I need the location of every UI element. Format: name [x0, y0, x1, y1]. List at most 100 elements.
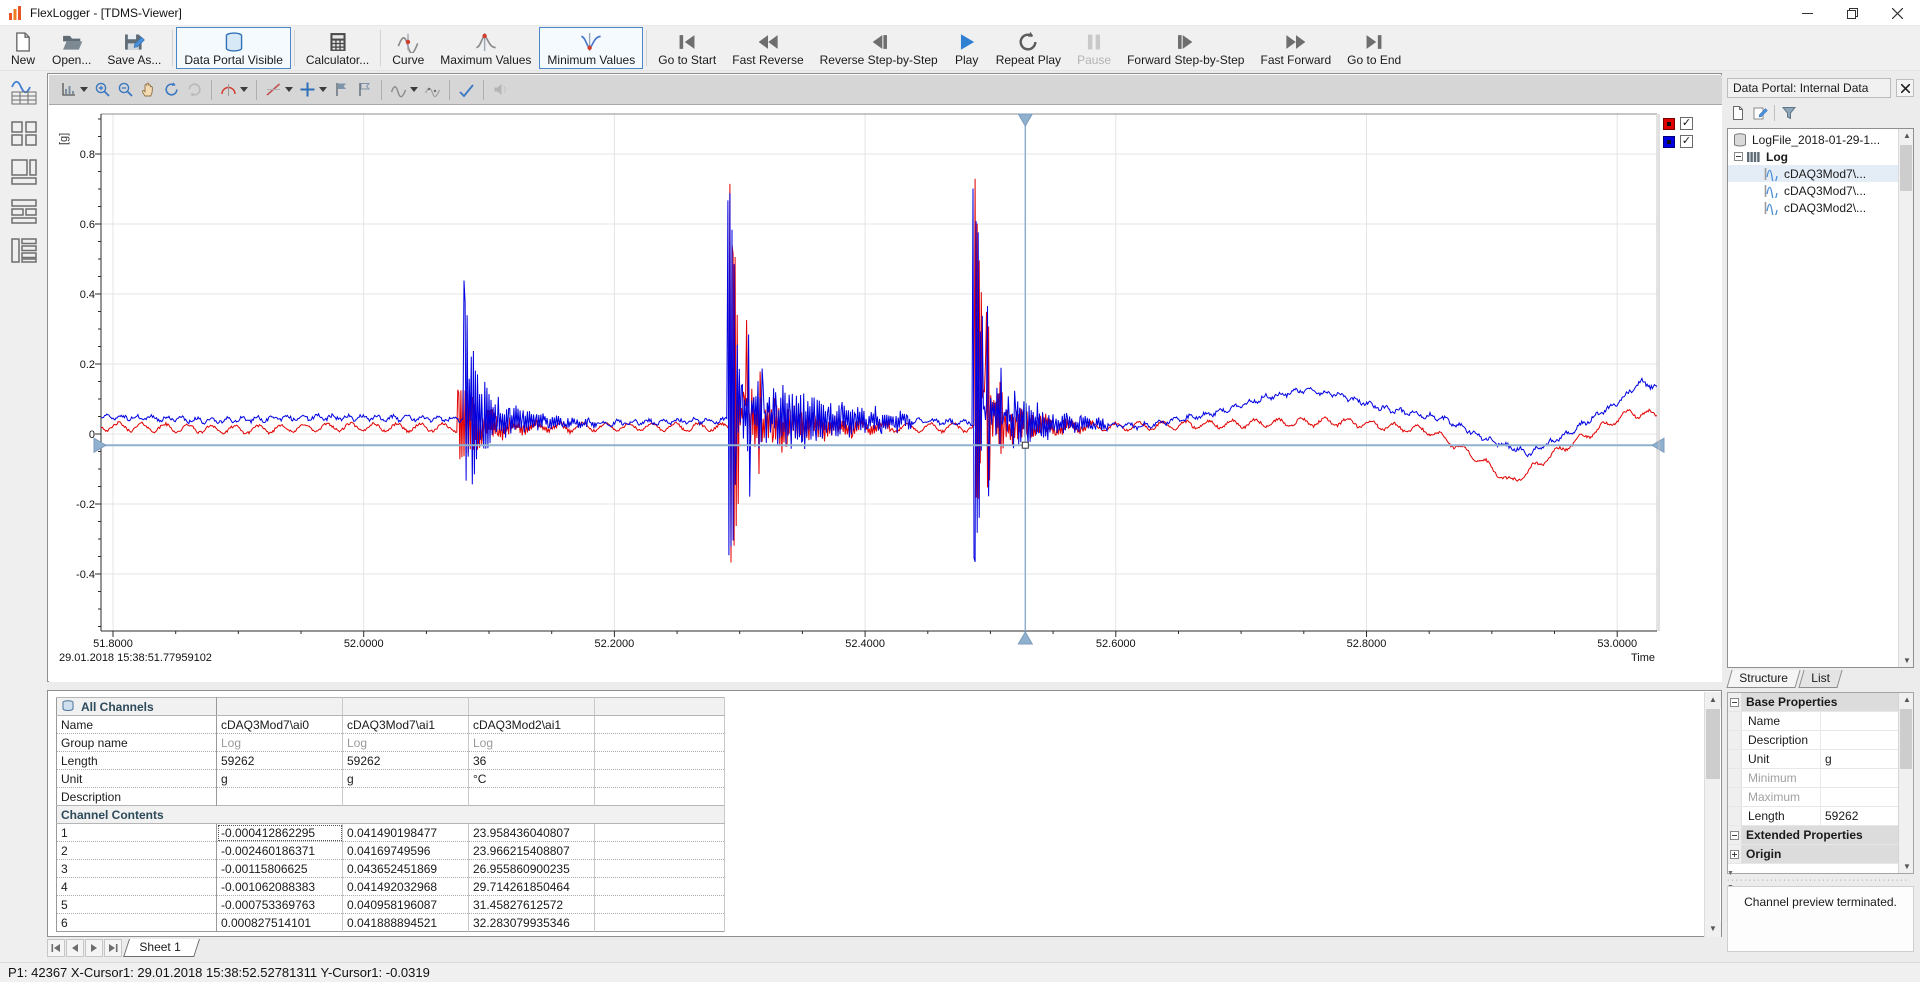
toolbar-button-minimum-values[interactable]: Minimum Values	[539, 27, 643, 69]
table-cell[interactable]: 23.966215408807	[469, 842, 595, 860]
table-cell[interactable]: cDAQ3Mod7\ai1	[343, 716, 469, 734]
table-cell[interactable]: 0.041492032968	[343, 878, 469, 896]
table-cell[interactable]: -0.001062088383	[217, 878, 343, 896]
last-sheet-button[interactable]	[104, 939, 122, 957]
plot-background[interactable]	[101, 114, 1657, 631]
zoom-out-button[interactable]	[114, 78, 137, 102]
sheet-tab[interactable]: Sheet 1	[123, 939, 200, 957]
chevron-down-icon[interactable]	[80, 87, 88, 92]
table-cell[interactable]	[595, 752, 725, 770]
table-cell[interactable]: 59262	[343, 752, 469, 770]
table-cell[interactable]	[595, 734, 725, 752]
toolbar-button-go-to-start[interactable]: Go to Start	[650, 27, 724, 69]
crosshair-cursor-button[interactable]	[296, 78, 330, 102]
table-cell[interactable]: 29.714261850464	[469, 878, 595, 896]
toolbar-button-play[interactable]: Play	[946, 27, 988, 69]
table-cell[interactable]: 0.000827514101	[217, 914, 343, 932]
properties-scrollbar[interactable]: ▲ ▼	[1898, 693, 1913, 873]
table-cell[interactable]: 59262	[217, 752, 343, 770]
portal-edit-button[interactable]	[1749, 103, 1771, 123]
table-cell[interactable]: 0.04169749596	[343, 842, 469, 860]
panel-splitter[interactable]: ▼ ······································…	[1727, 876, 1914, 885]
zoom-reset-button[interactable]	[160, 78, 183, 102]
chevron-down-icon[interactable]	[410, 87, 418, 92]
clear-flag-button[interactable]	[353, 78, 376, 102]
tree-item[interactable]: Log	[1728, 148, 1913, 165]
toolbar-button-curve[interactable]: Curve	[384, 27, 432, 69]
table-cell[interactable]	[595, 860, 725, 878]
table-cell[interactable]: 36	[469, 752, 595, 770]
table-cell[interactable]: 0.043652451869	[343, 860, 469, 878]
tree-expander-icon[interactable]	[1734, 152, 1743, 161]
toolbar-button-pause[interactable]: Pause	[1069, 27, 1119, 69]
waveform-plot[interactable]: 0.80.60.40.20-0.2-0.451.800052.000052.20…	[49, 105, 1722, 682]
view-split-right-button[interactable]	[8, 156, 40, 188]
toolbar-button-maximum-values[interactable]: Maximum Values	[432, 27, 539, 69]
table-cell[interactable]: Log	[469, 734, 595, 752]
next-sheet-button[interactable]	[85, 939, 103, 957]
zoom-in-button[interactable]	[91, 78, 114, 102]
table-cell[interactable]: Log	[217, 734, 343, 752]
table-cell[interactable]: cDAQ3Mod7\ai0	[217, 716, 343, 734]
x-cursor-bottom-handle[interactable]	[1018, 632, 1032, 644]
audio-replay-button[interactable]	[489, 78, 512, 102]
table-cell[interactable]: 23.958436040807	[469, 824, 595, 842]
legend-visibility-checkbox[interactable]: ✓	[1680, 135, 1693, 148]
table-cell[interactable]	[595, 824, 725, 842]
toolbar-button-calculator[interactable]: Calculator...	[298, 27, 377, 69]
tree-item[interactable]: LogFile_2018-01-29-1...	[1728, 131, 1913, 148]
table-cell[interactable]: -0.000753369763	[217, 896, 343, 914]
tab-structure[interactable]: Structure	[1726, 670, 1800, 688]
toolbar-button-open[interactable]: Open...	[44, 27, 99, 69]
chevron-down-icon[interactable]	[240, 87, 248, 92]
prev-sheet-button[interactable]	[66, 939, 84, 957]
portal-new-button[interactable]	[1727, 103, 1749, 123]
tree-scrollbar-thumb[interactable]	[1900, 145, 1912, 191]
group-expander-icon[interactable]	[1730, 831, 1739, 840]
pan-button[interactable]	[137, 78, 160, 102]
table-scrollbar-thumb[interactable]	[1706, 709, 1720, 779]
tree-item[interactable]: cDAQ3Mod2\...	[1728, 199, 1913, 216]
table-cell[interactable]	[343, 788, 469, 806]
table-cell[interactable]	[217, 788, 343, 806]
tree-item[interactable]: cDAQ3Mod7\...	[1728, 165, 1913, 182]
table-cell[interactable]: 0.041490198477	[343, 824, 469, 842]
table-cell[interactable]: -0.000412862295	[217, 824, 343, 842]
toolbar-button-fast-reverse[interactable]: Fast Reverse	[724, 27, 811, 69]
view-grid-2x2-button[interactable]	[8, 117, 40, 149]
table-cell[interactable]: 32.283079935346	[469, 914, 595, 932]
toolbar-button-fast-forward[interactable]: Fast Forward	[1252, 27, 1339, 69]
view-rows-button[interactable]	[8, 195, 40, 227]
restore-button[interactable]	[1830, 0, 1875, 26]
data-portal-titlebar[interactable]: Data Portal: Internal Data	[1727, 78, 1891, 98]
slope-cursor-button[interactable]	[262, 78, 296, 102]
table-cell[interactable]	[595, 914, 725, 932]
tree-scrollbar[interactable]: ▲ ▼	[1898, 129, 1913, 667]
undo-zoom-button[interactable]	[183, 78, 206, 102]
axis-systems-button[interactable]	[57, 78, 91, 102]
tab-list[interactable]: List	[1798, 670, 1842, 688]
plot-area[interactable]: 0.80.60.40.20-0.2-0.451.800052.000052.20…	[49, 105, 1722, 682]
toolbar-button-go-to-end[interactable]: Go to End	[1339, 27, 1409, 69]
table-cell[interactable]: -0.002460186371	[217, 842, 343, 860]
scroll-up-icon[interactable]: ▲	[1903, 131, 1911, 140]
property-group-header[interactable]: Extended Properties	[1728, 826, 1900, 845]
first-sheet-button[interactable]	[47, 939, 65, 957]
table-cell[interactable]: -0.00115806625	[217, 860, 343, 878]
curve-cursor-button[interactable]	[217, 78, 251, 102]
statistics-button[interactable]	[387, 78, 421, 102]
table-cell[interactable]: °C	[469, 770, 595, 788]
toolbar-button-new[interactable]: New	[2, 27, 44, 69]
table-cell[interactable]	[595, 788, 725, 806]
scroll-up-icon[interactable]: ▲	[1705, 692, 1721, 708]
group-expander-icon[interactable]	[1730, 850, 1739, 859]
properties-scrollbar-thumb[interactable]	[1900, 709, 1912, 769]
table-cell[interactable]	[595, 842, 725, 860]
view-list-left-button[interactable]	[8, 234, 40, 266]
table-cell[interactable]	[595, 770, 725, 788]
set-flag-button[interactable]	[330, 78, 353, 102]
table-cell[interactable]: 0.041888894521	[343, 914, 469, 932]
smoothing-button[interactable]	[421, 78, 444, 102]
legend-visibility-checkbox[interactable]: ✓	[1680, 117, 1693, 130]
table-cell[interactable]	[595, 716, 725, 734]
